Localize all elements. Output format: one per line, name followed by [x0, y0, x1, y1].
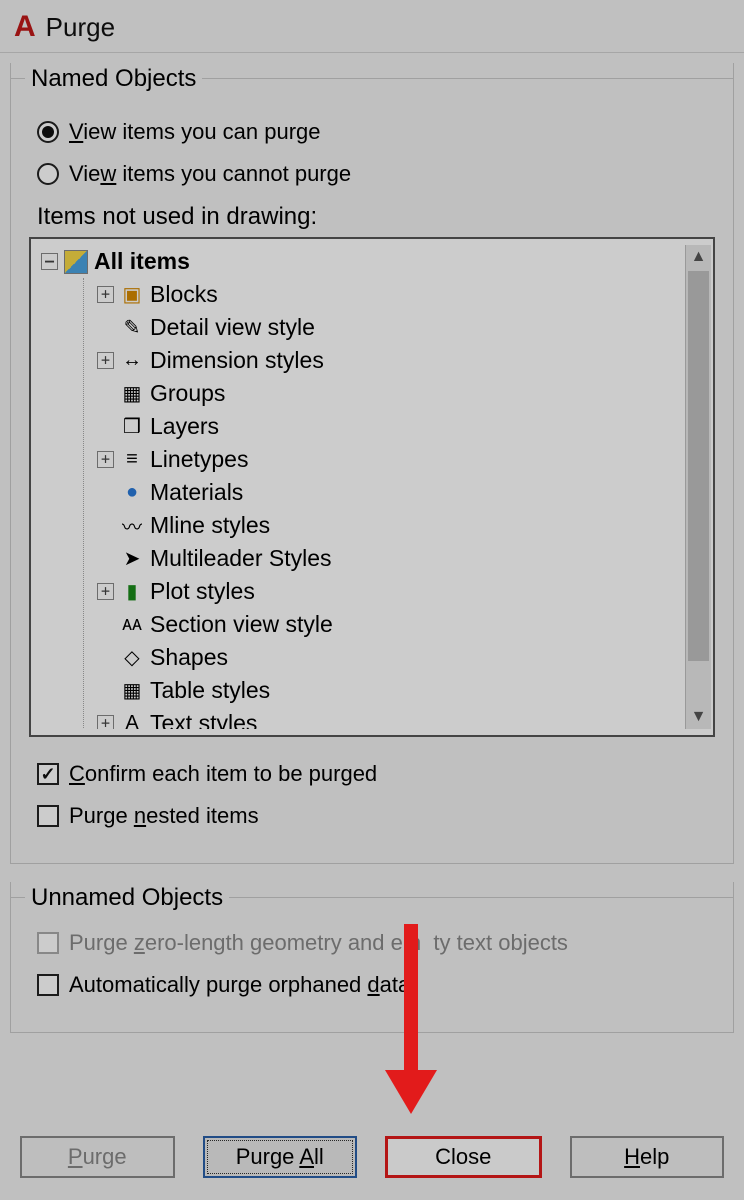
scroll-thumb[interactable] [688, 271, 709, 661]
tree-node-label: Blocks [150, 281, 218, 308]
autocad-logo-icon: A [14, 10, 36, 44]
tree-node[interactable]: + ↔Dimension styles [39, 344, 685, 377]
tree-node-label: Dimension styles [150, 347, 324, 374]
tree-node-label: Shapes [150, 644, 228, 671]
tree-spacer [97, 517, 114, 534]
tree-view[interactable]: – All items +▣Blocks✎Detail view style+↔… [29, 237, 715, 737]
tree-node-icon: ✎ [120, 316, 144, 340]
tree-node[interactable]: ᴀᴀSection view style [39, 608, 685, 641]
tree-node-all-items[interactable]: – All items [39, 245, 685, 278]
checkbox-icon [37, 932, 59, 954]
tree-node[interactable]: + A Text styles [39, 707, 685, 729]
tree-spacer [97, 385, 114, 402]
tree-spacer [97, 649, 114, 666]
radio-view-can-purge[interactable]: View items you can purge [37, 119, 715, 145]
tree-node-label: All items [94, 248, 190, 275]
collapse-icon[interactable]: – [41, 253, 58, 270]
scroll-down-icon[interactable]: ▼ [686, 705, 711, 729]
scrollbar[interactable]: ▲ ▼ [685, 245, 711, 729]
title-bar: A Purge [0, 0, 744, 53]
tree-node-icon: ▦ [120, 679, 144, 703]
checkbox-orphaned-data[interactable]: Automatically purge orphaned data [37, 972, 715, 998]
tree-node-icon: ≡ [120, 448, 144, 472]
tree-node-icon: ᴀᴀ [120, 613, 144, 637]
scroll-up-icon[interactable]: ▲ [686, 245, 711, 269]
tree-node-icon: A [120, 712, 144, 730]
tree-spacer [97, 550, 114, 567]
tree-node[interactable]: ●Materials [39, 476, 685, 509]
tree-node-label: Section view style [150, 611, 333, 638]
tree-node-icon: ▮ [120, 580, 144, 604]
checkbox-zero-length: Purge zero-length geometry and em ty tex… [37, 930, 715, 956]
tree-node-label: Linetypes [150, 446, 248, 473]
tree-node[interactable]: ➤Multileader Styles [39, 542, 685, 575]
radio-icon [37, 121, 59, 143]
radio-label: View items you cannot purge [69, 161, 351, 187]
items-not-used-label: Items not used in drawing: [37, 203, 715, 231]
tree-node-icon: ▣ [120, 283, 144, 307]
tree-node-icon: ➤ [120, 547, 144, 571]
tree-spacer [97, 418, 114, 435]
tree-node[interactable]: 〰Mline styles [39, 509, 685, 542]
all-items-icon [64, 250, 88, 274]
tree-node-label: Detail view style [150, 314, 315, 341]
tree-node[interactable]: ❒Layers [39, 410, 685, 443]
expand-icon[interactable]: + [97, 352, 114, 369]
expand-icon[interactable]: + [97, 715, 114, 729]
radio-icon [37, 163, 59, 185]
tree-node-icon: ◇ [120, 646, 144, 670]
expand-icon[interactable]: + [97, 583, 114, 600]
tree-node-label: Layers [150, 413, 219, 440]
tree-node-label: Table styles [150, 677, 270, 704]
tree-node[interactable]: + ▮Plot styles [39, 575, 685, 608]
window-title: Purge [46, 12, 115, 43]
tree-node[interactable]: ◇Shapes [39, 641, 685, 674]
tree-node-label: Mline styles [150, 512, 270, 539]
tree-spacer [97, 682, 114, 699]
tree-node-label: Text styles [150, 710, 257, 729]
checkbox-icon [37, 763, 59, 785]
tree-node[interactable]: ▦Table styles [39, 674, 685, 707]
unnamed-objects-group: Unnamed Objects Purge zero-length geomet… [10, 882, 734, 1033]
purge-all-button[interactable]: Purge All [203, 1136, 358, 1178]
checkbox-label: Confirm each item to be purged [69, 761, 377, 787]
tree-node-icon: 〰 [120, 514, 144, 538]
unnamed-objects-legend: Unnamed Objects [25, 884, 229, 912]
tree-node[interactable]: ▦Groups [39, 377, 685, 410]
tree-node[interactable]: ✎Detail view style [39, 311, 685, 344]
radio-label: View items you can purge [69, 119, 321, 145]
tree-node-label: Multileader Styles [150, 545, 332, 572]
tree-node[interactable]: + ▣Blocks [39, 278, 685, 311]
tree-node-icon: ● [120, 481, 144, 505]
tree-node-label: Groups [150, 380, 225, 407]
help-button[interactable]: Help [570, 1136, 725, 1178]
tree-node-icon: ▦ [120, 382, 144, 406]
tree-node-label: Materials [150, 479, 243, 506]
tree-node-label: Plot styles [150, 578, 255, 605]
named-objects-group: Named Objects View items you can purge V… [10, 63, 734, 864]
checkbox-icon [37, 805, 59, 827]
named-objects-legend: Named Objects [25, 65, 202, 93]
checkbox-label: Purge zero-length geometry and em ty tex… [69, 930, 568, 956]
tree-spacer [97, 484, 114, 501]
checkbox-confirm-each[interactable]: Confirm each item to be purged [37, 761, 715, 787]
checkbox-label: Purge nested items [69, 803, 259, 829]
checkbox-icon [37, 974, 59, 996]
expand-icon[interactable]: + [97, 451, 114, 468]
tree-spacer [97, 616, 114, 633]
purge-button: Purge [20, 1136, 175, 1178]
radio-view-cannot-purge[interactable]: View items you cannot purge [37, 161, 715, 187]
tree-node-icon: ↔ [120, 349, 144, 373]
checkbox-label: Automatically purge orphaned data [69, 972, 410, 998]
tree-spacer [97, 319, 114, 336]
tree-node-icon: ❒ [120, 415, 144, 439]
expand-icon[interactable]: + [97, 286, 114, 303]
button-bar: Purge Purge All Close Help [0, 1114, 744, 1200]
checkbox-purge-nested[interactable]: Purge nested items [37, 803, 715, 829]
tree-node[interactable]: + ≡Linetypes [39, 443, 685, 476]
close-button[interactable]: Close [385, 1136, 542, 1178]
